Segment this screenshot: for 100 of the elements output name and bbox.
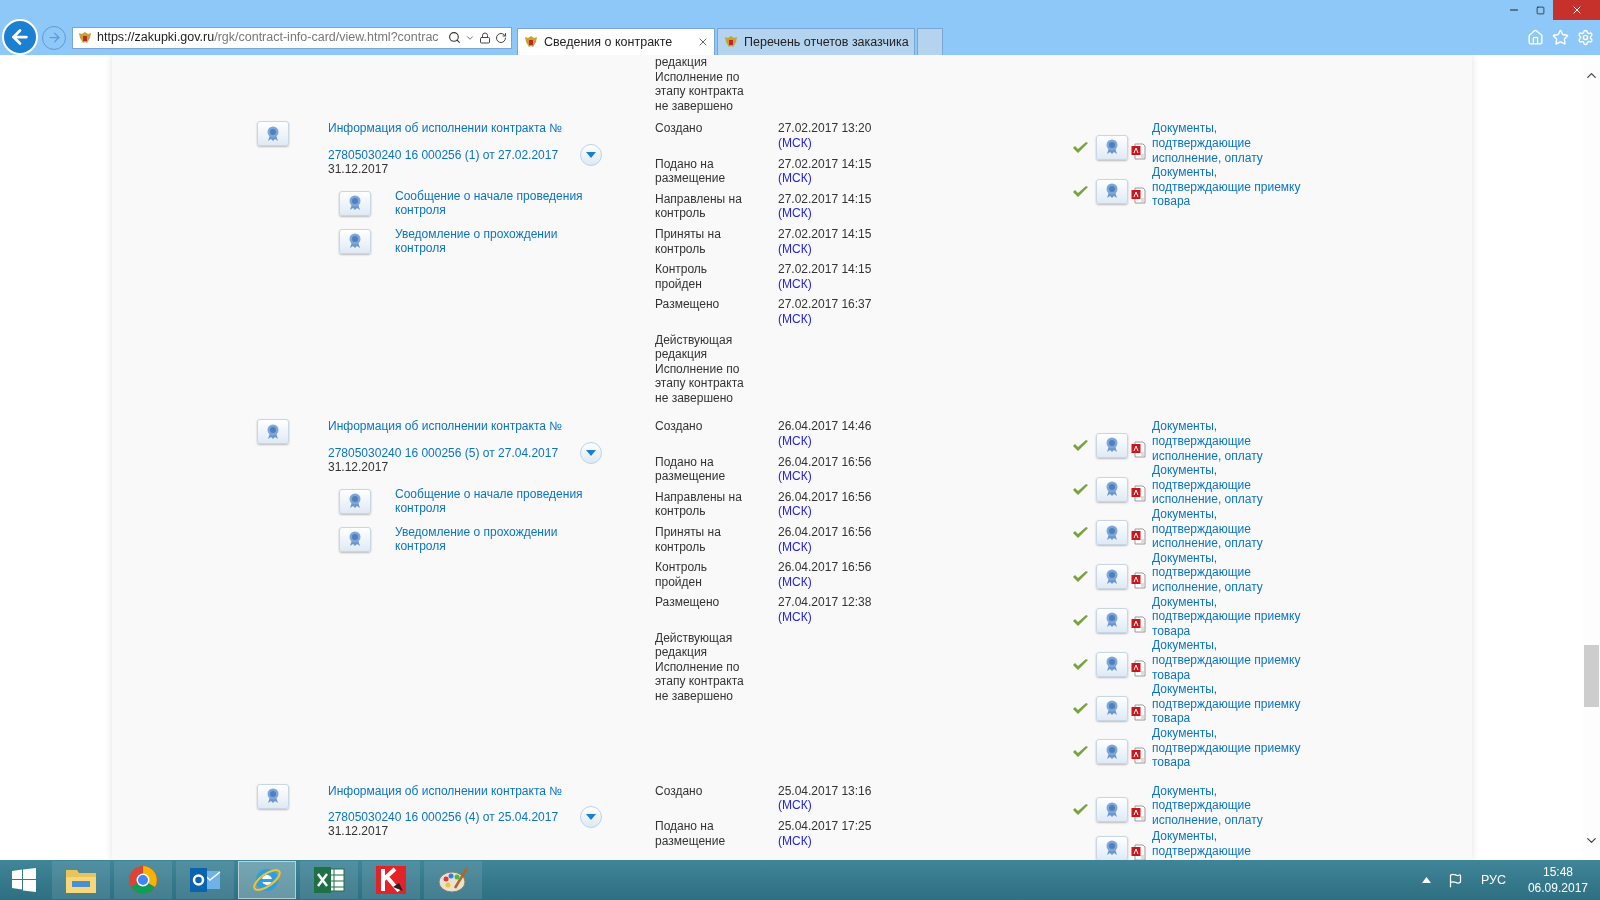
document-link[interactable]: Документы, подтверждающие приемку товара [1152,725,1304,770]
event-label: Контроль пройден [655,262,709,292]
certificate-button[interactable] [339,526,371,552]
browser-tab[interactable]: Сведения о контракте [517,28,715,55]
spreadsheet-icon [313,866,345,894]
expand-button[interactable] [580,806,603,829]
timezone-link[interactable]: (МСК) [778,539,812,555]
rosette-icon [1105,139,1119,156]
rosette-icon [1105,700,1119,717]
language-indicator[interactable]: РУС [1480,872,1506,888]
timezone-link[interactable]: (МСК) [778,798,812,813]
rosette-icon [1105,183,1119,200]
certificate-button[interactable] [1096,835,1128,860]
certificate-button[interactable] [1096,739,1128,765]
status-text: Действующая редакция [655,332,734,362]
document-link[interactable]: Документы, подтверждающие исполнение, оплату [1152,783,1304,828]
taskbar-app-button[interactable] [114,861,172,899]
certificate-button[interactable] [1096,608,1128,633]
sub-document-link[interactable]: Уведомление о прохождении контроля [395,524,590,555]
clock[interactable]: 15:48 06.09.2017 [1527,864,1588,896]
event-label: Подано на размещение [655,156,727,186]
tray-arrow-icon[interactable] [1421,877,1431,883]
taskbar-app-button[interactable] [52,861,110,899]
certificate-button[interactable] [1096,432,1128,458]
certificate-button[interactable] [1096,564,1128,590]
document-link[interactable]: Документы, подтверждающие исполнение, оплату [1152,121,1304,166]
certificate-button[interactable] [257,121,289,147]
event-date: 26.04.2017 16:56 [778,525,872,540]
end-date-text: 31.12.2017 [328,161,390,177]
round-logo-icon [128,865,158,895]
taskbar-app-button[interactable] [300,861,358,899]
timezone-link[interactable]: (МСК) [778,610,812,625]
document-link[interactable]: Документы, подтверждающие исполнение, оплату [1152,463,1304,508]
certificate-button[interactable] [257,783,289,809]
rosette-icon [266,125,280,142]
timezone-link[interactable]: (МСК) [778,206,812,221]
sub-document-link[interactable]: Сообщение о начале проведения контроля [395,486,590,516]
timezone-link[interactable]: (МСК) [778,241,812,257]
status-text: Исполнение по этапу контракта не завершено [655,361,745,406]
timezone-link[interactable]: (МСК) [778,311,812,327]
record-title-link[interactable]: Информация об исполнении контракта № [328,783,655,799]
status-text: редакция [655,55,709,70]
event-label: Приняты на контроль [655,525,722,555]
document-link[interactable]: Документы, подтверждающие приемку товара [1152,594,1304,639]
certificate-button[interactable] [1096,520,1128,546]
certificate-button[interactable] [1096,695,1128,721]
document-link[interactable]: Документы, подтверждающие исполнение, оплату [1152,550,1304,595]
certificate-button[interactable] [1096,797,1128,823]
pdf-icon [1131,571,1146,590]
document-link[interactable]: Документы, подтверждающие исполнение, оплату [1152,507,1304,551]
close-tab-icon[interactable] [697,36,709,48]
document-link[interactable]: Документы, подтверждающие исполнение, оплату [1152,419,1304,464]
certificate-button[interactable] [339,228,371,254]
browser-tab[interactable]: Перечень отчетов заказчика [717,28,915,55]
event-date: 25.04.2017 13:16 [778,783,872,799]
refresh-icon[interactable] [495,31,507,44]
expand-button[interactable] [580,442,603,465]
record-title-link[interactable]: Информация об исполнении контракта № [328,419,655,435]
forward-arrow-icon [46,30,62,45]
scroll-thumb[interactable] [1584,645,1599,707]
record-number-link[interactable]: 27805030240 16 000256 (5) от 27.04.2017 [328,445,559,461]
taskbar-app-button[interactable] [176,861,234,899]
timezone-link[interactable]: (МСК) [778,574,812,590]
certificate-button[interactable] [339,190,371,216]
search-icon[interactable] [448,31,461,44]
record-number-link[interactable]: 27805030240 16 000256 (1) от 27.02.2017 [328,147,559,163]
certificate-button[interactable] [339,488,371,514]
expand-button[interactable] [580,143,603,166]
timezone-link[interactable]: (МСК) [778,135,812,151]
sub-document-link[interactable]: Сообщение о начале проведения контроля [395,188,590,218]
certificate-button[interactable] [257,419,289,445]
back-button[interactable] [2,18,38,55]
pdf-icon [1131,746,1146,765]
windows-icon [12,868,36,892]
certificate-button[interactable] [1096,134,1128,160]
rosette-icon [1105,524,1119,541]
document-link[interactable]: Документы, подтверждающие приемку товара [1152,165,1304,209]
timezone-link[interactable]: (МСК) [778,469,812,484]
timezone-link[interactable]: (МСК) [778,171,812,186]
timezone-link[interactable]: (МСК) [778,504,812,520]
pdf-icon [1131,804,1146,823]
certificate-button[interactable] [1096,651,1128,677]
timezone-link[interactable]: (МСК) [778,276,812,292]
document-link[interactable]: Документы, подтверждающие приемку товара [1152,638,1304,683]
document-link[interactable]: Документы, подтверждающие приемку товара [1152,682,1304,726]
certificate-button[interactable] [1096,178,1128,204]
emblem-icon [77,29,93,46]
sub-document-link[interactable]: Уведомление о прохождении контроля [395,226,590,256]
taskbar-app-button[interactable] [424,861,482,899]
address-field[interactable]: https://zakupki.gov.ru/rgk/contract-info-card/view.html?contrac [72,26,512,49]
event-date: 27.02.2017 14:15 [778,262,872,277]
timezone-link[interactable]: (МСК) [778,434,812,449]
emblem-icon [723,34,739,50]
timezone-link[interactable]: (МСК) [778,833,812,849]
flag-icon[interactable] [1447,872,1463,888]
certificate-button[interactable] [1096,476,1128,502]
taskbar-app-button[interactable] [362,861,420,899]
record-title-link[interactable]: Информация об исполнении контракта № [328,121,655,136]
document-link[interactable]: Документы, подтверждающие [1152,829,1304,859]
record-number-link[interactable]: 27805030240 16 000256 (4) от 25.04.2017 [328,810,559,825]
